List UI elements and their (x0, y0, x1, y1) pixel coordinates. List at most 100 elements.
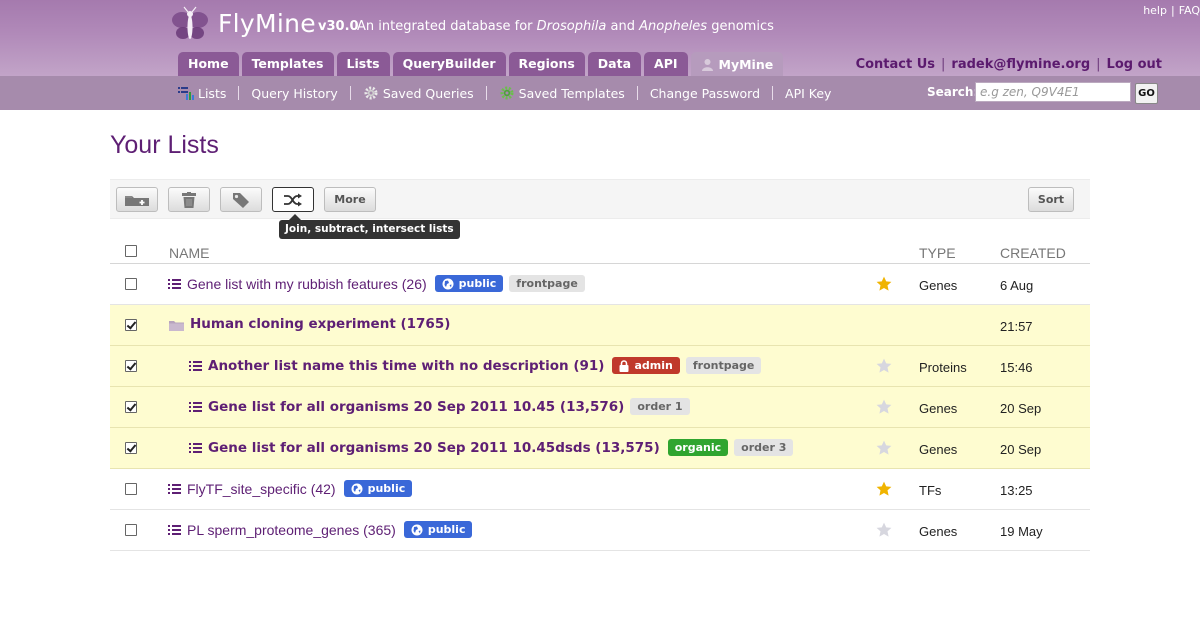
table-row[interactable]: Gene list for all organisms 20 Sep 2011 … (110, 428, 1090, 469)
new-folder-button[interactable] (116, 187, 158, 212)
column-name-header[interactable]: NAME (169, 245, 209, 261)
tab-mymine[interactable]: MyMine (690, 52, 784, 76)
list-name-link[interactable]: Gene list for all organisms 20 Sep 2011 … (208, 439, 794, 456)
tag-button[interactable] (220, 187, 262, 212)
list-name: Another list name this time with no desc… (208, 357, 605, 374)
list-icon (168, 279, 181, 289)
star-empty-icon[interactable] (876, 522, 892, 538)
star-filled-icon[interactable] (876, 481, 892, 497)
search-label: Search: (927, 85, 979, 99)
table-row[interactable]: Another list name this time with no desc… (110, 346, 1090, 387)
subnav-saved-templates[interactable]: Saved Templates (499, 86, 625, 101)
user-email-link[interactable]: radek@flymine.org (951, 57, 1090, 72)
column-type-header[interactable]: TYPE (919, 245, 956, 261)
table-header: NAME TYPE CREATED (110, 237, 1090, 264)
faq-link[interactable]: FAQ (1179, 4, 1200, 17)
folder-icon (169, 321, 184, 331)
column-created-header[interactable]: CREATED (1000, 245, 1066, 261)
list-name-link[interactable]: Gene list with my rubbish features (26) p… (187, 275, 585, 292)
list-created-date: 21:57 (1000, 319, 1033, 334)
badge-label: order 1 (637, 400, 683, 413)
row-checkbox[interactable] (125, 360, 137, 372)
subnav-change-password[interactable]: Change Password (650, 86, 760, 101)
globe-icon (442, 278, 454, 289)
tab-lists[interactable]: Lists (336, 52, 390, 76)
badge-label: frontpage (692, 359, 755, 372)
list-name-link[interactable]: FlyTF_site_specific (42) public (187, 480, 413, 497)
row-checkbox[interactable] (125, 401, 137, 413)
tag-icon (233, 192, 249, 208)
tab-mymine-label: MyMine (718, 56, 774, 72)
brand-name[interactable]: FlyMine (218, 9, 316, 38)
list-created-date: 15:46 (1000, 360, 1033, 375)
subnav-api-key[interactable]: API Key (785, 86, 831, 101)
search-go-button[interactable]: GO (1135, 83, 1158, 104)
tab-querybuilder[interactable]: QueryBuilder (392, 52, 506, 76)
table-row[interactable]: Human cloning experiment (1765) 21:57 (110, 305, 1090, 346)
subnav-lists[interactable]: Lists (178, 86, 226, 101)
tag-badge[interactable]: order 3 (734, 439, 794, 456)
gear-green-icon (500, 86, 514, 100)
public-badge[interactable]: public (343, 480, 413, 497)
logout-link[interactable]: Log out (1107, 57, 1162, 72)
list-name-link[interactable]: Another list name this time with no desc… (208, 357, 762, 374)
help-link[interactable]: help (1143, 4, 1167, 17)
user-icon (701, 58, 713, 71)
table-row[interactable]: PL sperm_proteome_genes (365) public Genes… (110, 510, 1090, 551)
flymine-logo-icon[interactable] (170, 6, 210, 46)
row-checkbox[interactable] (125, 524, 137, 536)
tab-data[interactable]: Data (587, 52, 642, 76)
star-empty-icon[interactable] (876, 358, 892, 374)
tab-api[interactable]: API (644, 52, 688, 76)
admin-badge[interactable]: admin (612, 357, 680, 374)
badge-label: frontpage (516, 277, 578, 290)
tag-badge[interactable]: frontpage (685, 357, 762, 374)
subnav-query-history[interactable]: Query History (251, 86, 337, 101)
list-type: Proteins (919, 360, 967, 375)
list-name-link[interactable]: PL sperm_proteome_genes (365) public (187, 521, 473, 538)
tab-templates[interactable]: Templates (241, 52, 334, 76)
delete-button[interactable] (168, 187, 210, 212)
list-name-link[interactable]: Human cloning experiment (1765) (190, 316, 450, 332)
list-type: Genes (919, 442, 958, 457)
list-icon (189, 443, 202, 453)
tab-regions[interactable]: Regions (508, 52, 585, 76)
combine-lists-button[interactable] (272, 187, 314, 212)
row-checkbox[interactable] (125, 278, 137, 290)
public-badge[interactable]: public (403, 521, 473, 538)
star-empty-icon[interactable] (876, 399, 892, 415)
contact-us-link[interactable]: Contact Us (856, 57, 935, 72)
badge-label: public (427, 523, 466, 536)
list-toolbar: More Sort (110, 179, 1090, 219)
table-row[interactable]: Gene list for all organisms 20 Sep 2011 … (110, 387, 1090, 428)
table-row[interactable]: Gene list with my rubbish features (26) p… (110, 264, 1090, 305)
organic-badge[interactable]: organic (667, 439, 729, 456)
tag-badge[interactable]: order 1 (630, 398, 690, 415)
list-icon (189, 361, 202, 371)
more-button[interactable]: More (324, 187, 376, 212)
list-name: Gene list for all organisms 20 Sep 2011 … (208, 439, 660, 456)
search-input[interactable] (975, 82, 1131, 102)
list-icon (168, 525, 181, 535)
trash-icon (182, 191, 196, 208)
star-empty-icon[interactable] (876, 440, 892, 456)
badge-label: admin (634, 359, 673, 372)
row-checkbox[interactable] (125, 483, 137, 495)
lists-icon (178, 87, 194, 100)
select-all-checkbox[interactable] (125, 245, 137, 257)
sort-button[interactable]: Sort (1028, 187, 1074, 212)
tab-home[interactable]: Home (178, 52, 239, 76)
badge-label: public (458, 277, 497, 290)
row-checkbox[interactable] (125, 319, 137, 331)
tag-badge[interactable]: frontpage (509, 275, 585, 292)
star-filled-icon[interactable] (876, 276, 892, 292)
globe-icon (351, 483, 363, 494)
public-badge[interactable]: public (434, 275, 504, 292)
list-name-link[interactable]: Gene list for all organisms 20 Sep 2011 … (208, 398, 690, 415)
subnav-saved-queries[interactable]: Saved Queries (363, 86, 474, 101)
gear-icon (364, 86, 378, 100)
row-checkbox[interactable] (125, 442, 137, 454)
badge-label: order 3 (741, 441, 787, 454)
top-links: help | FAQ (1143, 4, 1200, 17)
table-row[interactable]: FlyTF_site_specific (42) public TFs 13:25 (110, 469, 1090, 510)
